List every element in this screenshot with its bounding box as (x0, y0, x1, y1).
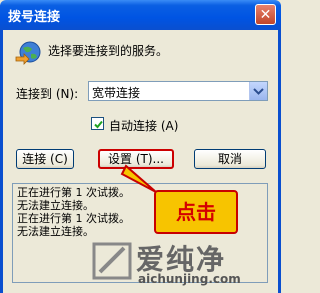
click-callout: 点击 (154, 190, 238, 234)
connect-to-label: 连接到 (N): (16, 87, 79, 101)
auto-connect-checkbox[interactable] (91, 117, 104, 130)
auto-connect-label: 自动连接 (A) (109, 119, 179, 133)
dropdown-arrow-icon[interactable] (249, 82, 267, 100)
cancel-button[interactable]: 取消 (194, 149, 266, 169)
watermark-url: aichunjing.com (138, 272, 241, 286)
checkmark-icon (94, 120, 103, 129)
globe-connection-icon (14, 40, 42, 71)
connection-select[interactable]: 宽带连接 (88, 81, 268, 101)
callout-text: 点击 (176, 200, 216, 224)
connection-select-value: 宽带连接 (92, 86, 141, 100)
title-bar: 拨号连接 ✕ (0, 0, 281, 30)
connect-button[interactable]: 连接 (C) (16, 149, 74, 169)
window-title: 拨号连接 (8, 10, 61, 25)
close-icon: ✕ (259, 7, 272, 23)
close-button[interactable]: ✕ (255, 4, 276, 25)
watermark-logo-icon (92, 242, 132, 280)
prompt-text: 选择要连接到的服务。 (48, 44, 169, 58)
